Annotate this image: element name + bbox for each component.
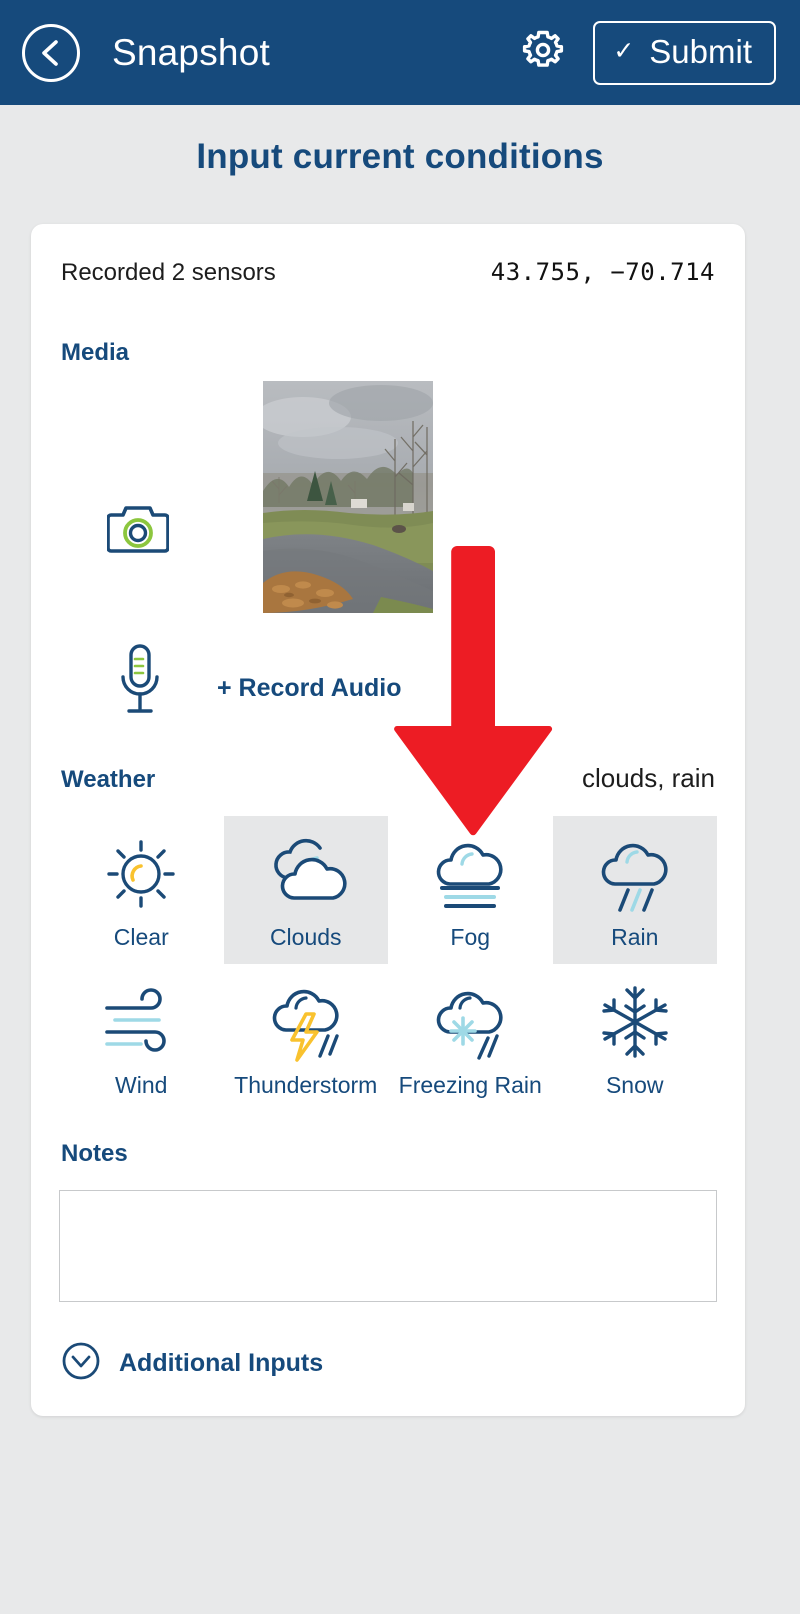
weather-option-snow[interactable]: Snow (553, 964, 718, 1112)
weather-header: Weather clouds, rain (59, 763, 717, 794)
submit-button[interactable]: ✓ Submit (593, 20, 776, 85)
media-row (59, 381, 717, 621)
conditions-card: Recorded 2 sensors 43.755, −70.714 Media (31, 224, 745, 1416)
settings-button[interactable] (517, 27, 569, 79)
freezing-rain-icon (422, 976, 518, 1068)
fog-icon (422, 828, 518, 920)
weather-option-label: Clouds (269, 924, 342, 950)
weather-option-label: Fog (450, 924, 491, 950)
check-icon: ✓ (613, 37, 635, 65)
weather-option-label: Snow (605, 1072, 664, 1098)
gear-icon (519, 26, 567, 79)
weather-option-thunderstorm[interactable]: Thunderstorm (224, 964, 389, 1112)
card-meta-row: Recorded 2 sensors 43.755, −70.714 (59, 258, 717, 287)
photo-thumbnail-image (263, 381, 433, 613)
weather-option-freezing-rain[interactable]: Freezing Rain (388, 964, 553, 1112)
page-title-header: Snapshot (112, 31, 270, 73)
sensors-count-text: Recorded 2 sensors (61, 259, 276, 286)
thunderstorm-icon (258, 976, 354, 1068)
weather-value-text: clouds, rain (582, 763, 715, 793)
weather-option-label: Thunderstorm (234, 1072, 378, 1098)
microphone-icon (115, 644, 165, 721)
weather-option-label: Rain (611, 924, 659, 950)
weather-option-clear[interactable]: Clear (59, 816, 224, 964)
camera-button[interactable] (106, 499, 170, 560)
additional-inputs-toggle[interactable]: Additional Inputs (59, 1341, 717, 1386)
weather-option-fog[interactable]: Fog (388, 816, 553, 964)
weather-section-label: Weather (61, 766, 156, 793)
sun-icon (97, 828, 185, 920)
snowflake-icon (590, 976, 680, 1068)
weather-option-label: Clear (113, 924, 169, 950)
photo-thumbnail[interactable] (263, 381, 433, 613)
notes-section-label: Notes (61, 1140, 128, 1167)
chevron-left-circle-icon (38, 38, 64, 68)
submit-button-label: Submit (649, 32, 752, 70)
weather-option-wind[interactable]: Wind (59, 964, 224, 1112)
back-button[interactable] (22, 23, 80, 82)
notes-input[interactable] (59, 1190, 717, 1302)
weather-option-label: Freezing Rain (398, 1072, 542, 1098)
weather-option-clouds[interactable]: Clouds (223, 816, 388, 964)
weather-option-rain[interactable]: Rain (552, 816, 717, 964)
coordinates-text: 43.755, −70.714 (490, 258, 715, 286)
media-section-label: Media (61, 339, 130, 366)
audio-row: + Record Audio (59, 639, 717, 747)
snapshot-screen: Snapshot ✓ Submit Input current conditio… (0, 0, 800, 1614)
camera-icon (106, 506, 170, 559)
cloud-icon (258, 828, 354, 920)
app-header: Snapshot ✓ Submit (0, 0, 800, 105)
weather-option-label: Wind (115, 1072, 168, 1098)
record-audio-button[interactable] (115, 643, 165, 722)
wind-icon (93, 976, 189, 1068)
weather-options-grid: Clear Clouds Fog Rain Wind Thunderstorm … (59, 816, 717, 1112)
chevron-down-circle-icon (61, 1341, 101, 1386)
page-title: Input current conditions (196, 137, 604, 176)
record-audio-label[interactable]: + Record Audio (217, 674, 402, 703)
rain-cloud-icon (587, 828, 683, 920)
additional-inputs-label: Additional Inputs (119, 1349, 324, 1377)
